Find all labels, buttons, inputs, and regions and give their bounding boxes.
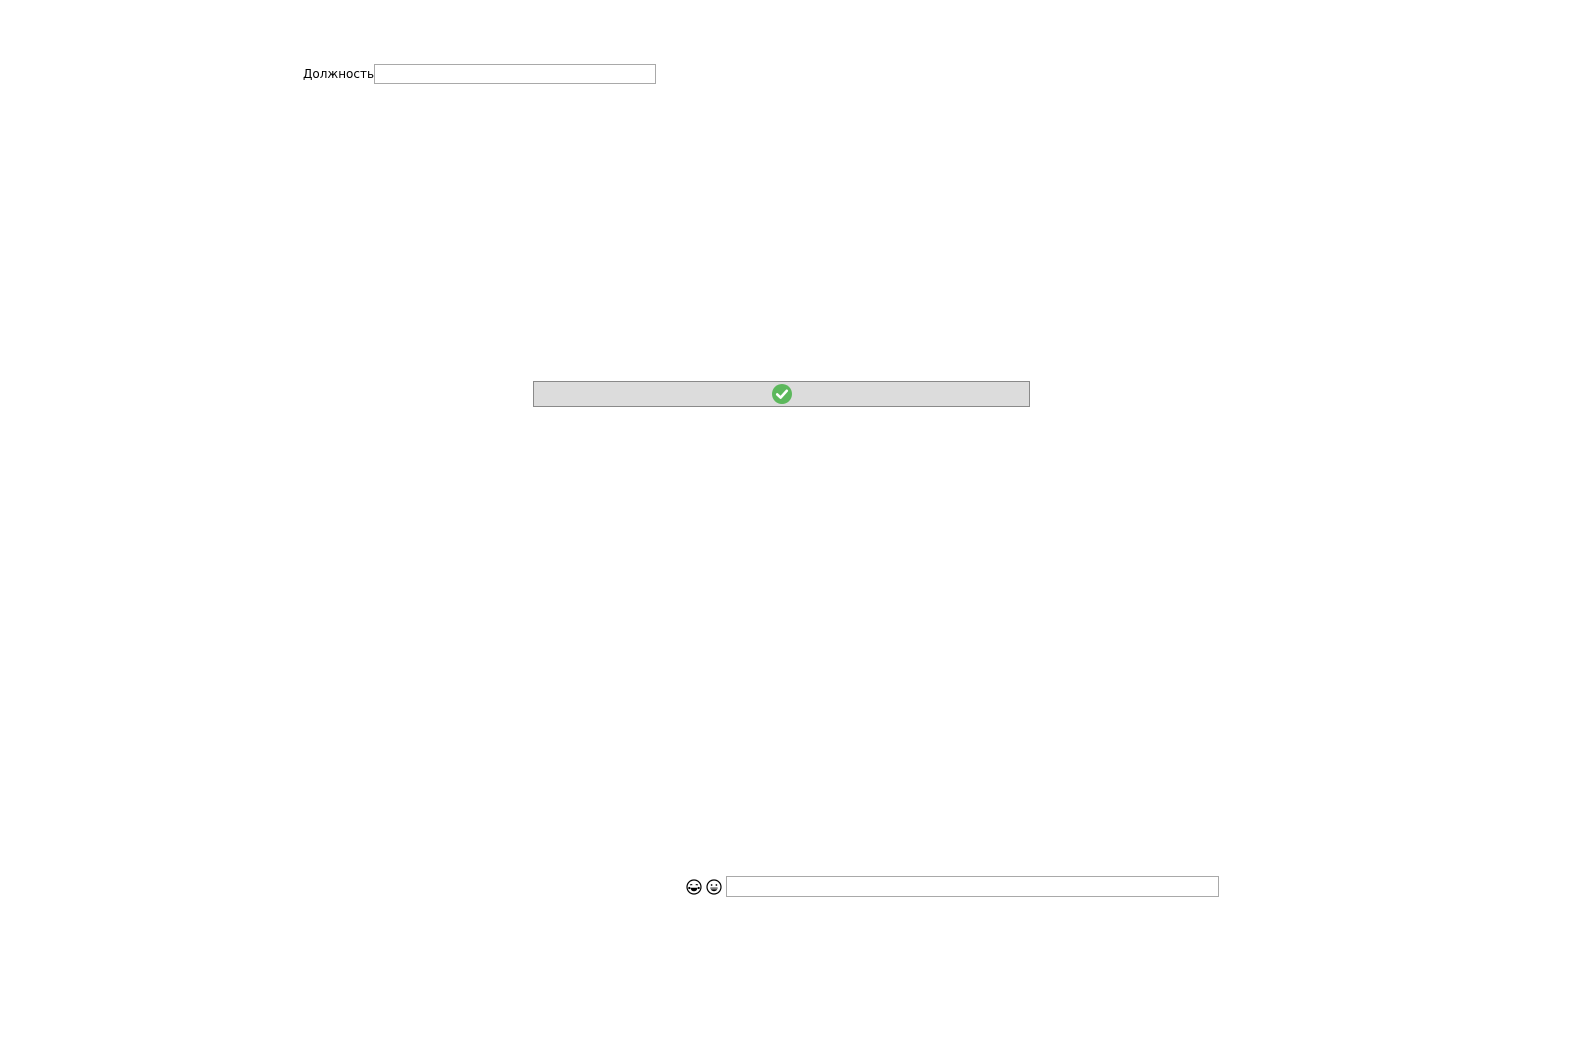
check-circle-icon: [771, 384, 792, 404]
page: Должность: [0, 0, 1580, 1060]
confirm-button[interactable]: [533, 381, 1030, 407]
position-label: Должность: [303, 67, 375, 81]
grinning-emoji-icon[interactable]: [706, 878, 722, 895]
laughing-tears-emoji-icon[interactable]: [686, 878, 702, 895]
position-input[interactable]: [374, 64, 657, 84]
position-field-row: Должность: [303, 64, 657, 84]
comment-input[interactable]: [726, 876, 1219, 897]
emoji-comment-row: [686, 876, 1219, 897]
